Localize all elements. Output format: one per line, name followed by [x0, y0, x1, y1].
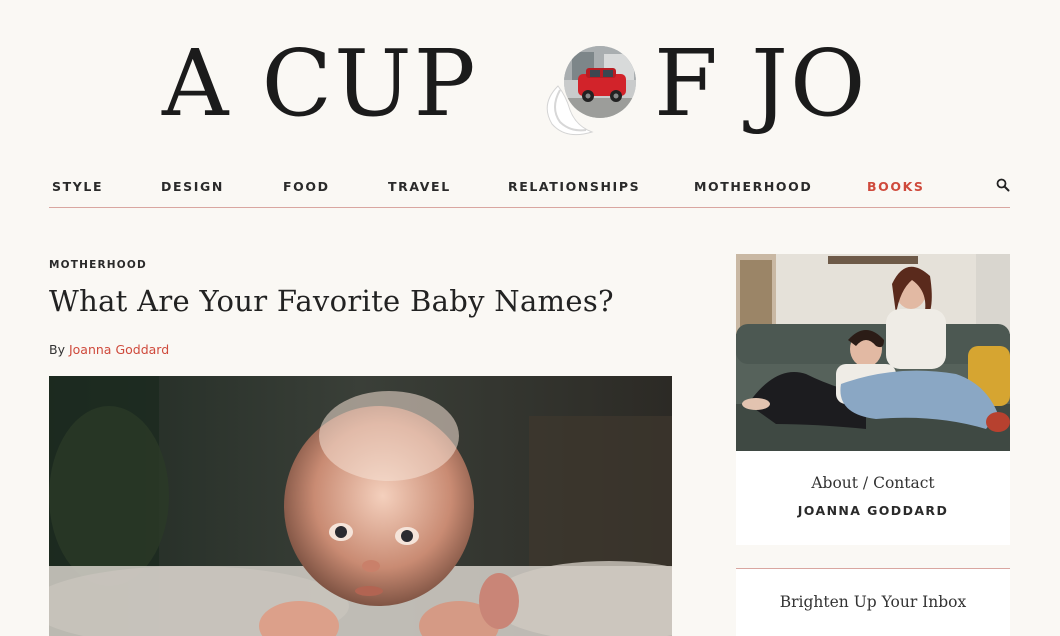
logo-photo-o: [564, 46, 636, 118]
author-name-link[interactable]: JOANNA GODDARD: [736, 503, 1010, 518]
site-logo[interactable]: A CUP F JO: [160, 34, 900, 144]
nav-item-design[interactable]: DESIGN: [161, 179, 224, 194]
logo-text-left: A CUP: [162, 30, 478, 137]
post-byline: By Joanna Goddard: [49, 342, 169, 357]
nav-item-travel[interactable]: TRAVEL: [388, 179, 451, 194]
newsletter-heading: Brighten Up Your Inbox: [779, 593, 967, 611]
main-nav: STYLE DESIGN FOOD TRAVEL RELATIONSHIPS M…: [49, 170, 1010, 208]
post-title[interactable]: What Are Your Favorite Baby Names?: [49, 284, 614, 318]
hero-image: [49, 376, 672, 636]
nav-item-books[interactable]: BOOKS: [867, 179, 924, 194]
author-link[interactable]: Joanna Goddard: [69, 342, 169, 357]
about-contact-link[interactable]: About / Contact: [736, 474, 1010, 492]
about-card: About / Contact JOANNA GODDARD: [736, 451, 1010, 545]
nav-item-food[interactable]: FOOD: [283, 179, 330, 194]
byline-prefix: By: [49, 342, 65, 357]
search-icon[interactable]: [996, 178, 1010, 192]
logo-text-right: F JO: [654, 30, 868, 137]
nav-item-motherhood[interactable]: MOTHERHOOD: [694, 179, 812, 194]
author-photo[interactable]: [736, 254, 1010, 451]
nav-item-relationships[interactable]: RELATIONSHIPS: [508, 179, 640, 194]
newsletter-card: Brighten Up Your Inbox: [736, 569, 1010, 636]
nav-item-style[interactable]: STYLE: [52, 179, 103, 194]
post-category[interactable]: MOTHERHOOD: [49, 259, 147, 271]
